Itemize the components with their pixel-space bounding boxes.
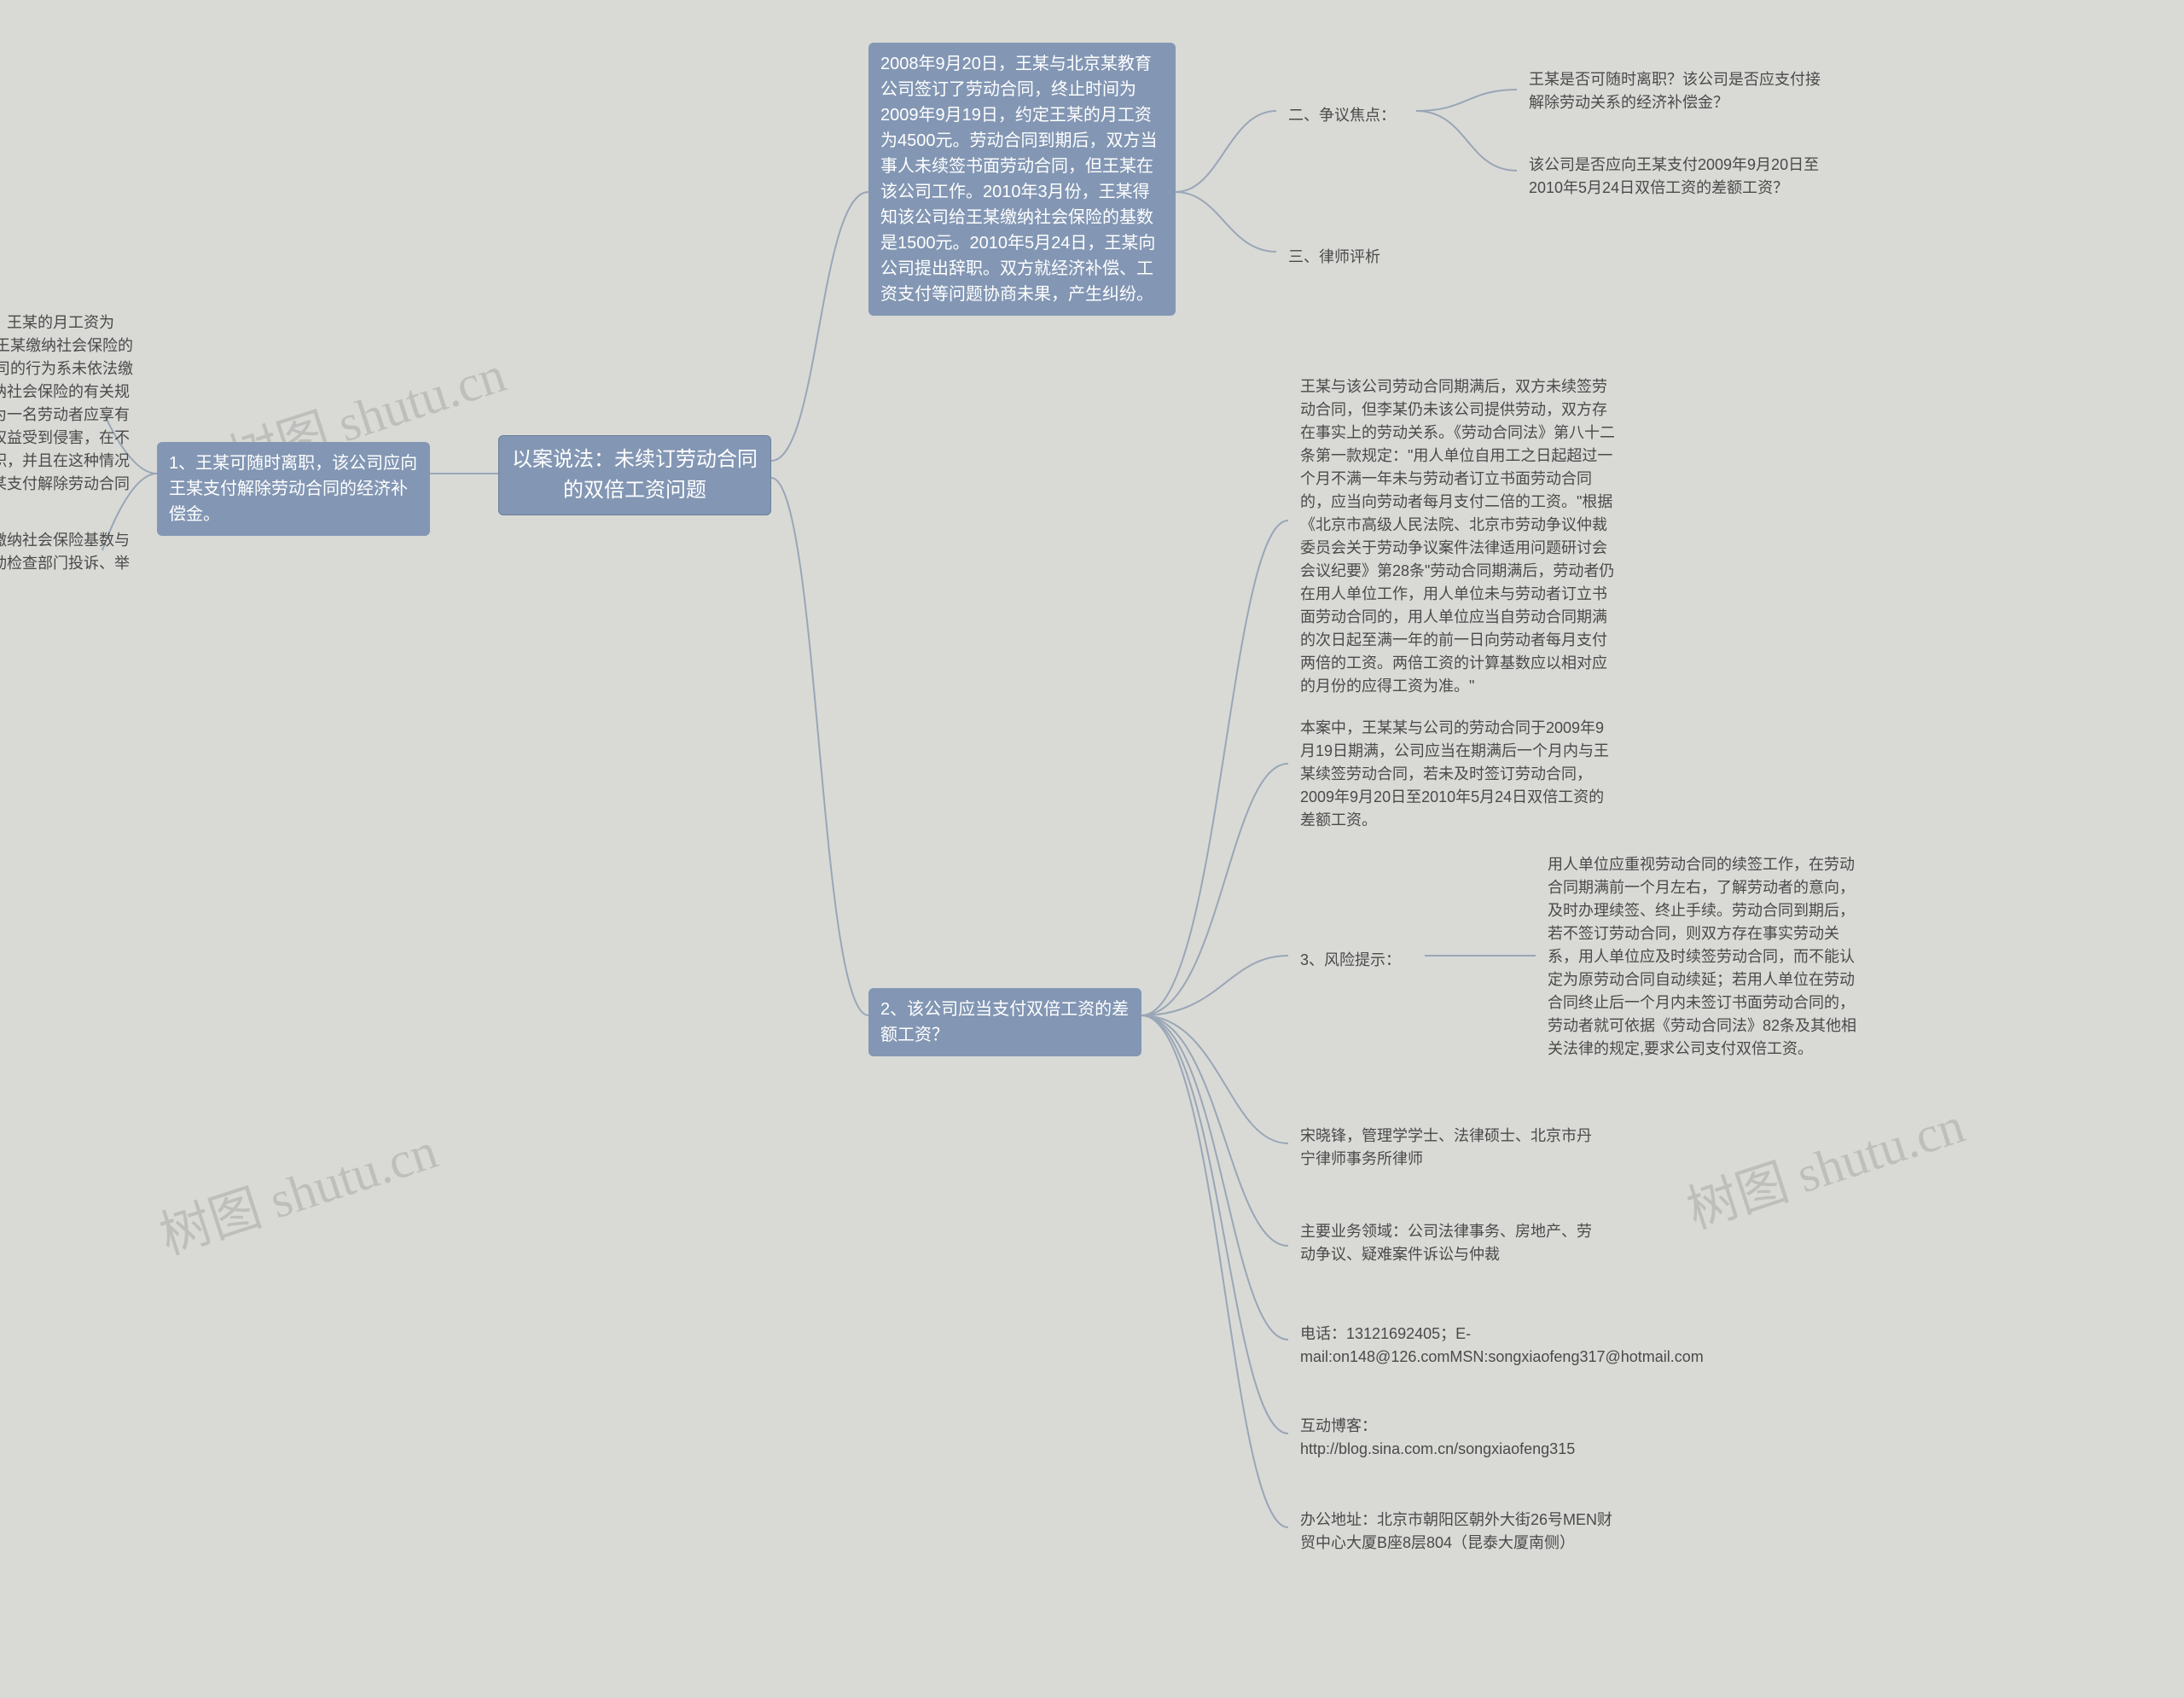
watermark: 树图 shutu.cn bbox=[1676, 1084, 1972, 1243]
dispute-label-text: 二、争议焦点： bbox=[1288, 107, 1396, 124]
watermark: 树图 shutu.cn bbox=[149, 1109, 445, 1269]
dispute-q1-text: 王某是否可随时离职？该公司是否应支付接解除劳动关系的经济补偿金？ bbox=[1529, 71, 1821, 111]
lawyer-bio[interactable]: 宋晓锋，管理学学士、法律硕士、北京市丹宁律师事务所律师 bbox=[1288, 1116, 1604, 1179]
risk-text-node[interactable]: 用人单位应重视劳动合同的续签工作，在劳动合同期满前一个月左右，了解劳动者的意向，… bbox=[1536, 845, 1877, 1069]
left-leaf-1[interactable]: 王某在该公司任职期间，王某的月工资为4500元，而用人单位给王某缴纳社会保险的基… bbox=[0, 303, 150, 527]
left-leaf-2-text: 另外，王某可就该公司缴纳社会保险基数与其收入不符为由，向劳动检查部门投诉、举报，… bbox=[0, 532, 130, 595]
lawyer-contact[interactable]: 电话：13121692405；E-mail:on148@126.comMSN:s… bbox=[1288, 1314, 1629, 1377]
root-title: 以案说法：未续订劳动合同的双倍工资问题 bbox=[512, 448, 758, 502]
risk-label[interactable]: 3、风险提示： bbox=[1288, 940, 1425, 980]
left-sub-text: 1、王某可随时离职，该公司应向王某支付解除劳动合同的经济补偿金。 bbox=[169, 454, 417, 524]
lawyer-analysis-text: 三、律师评析 bbox=[1288, 248, 1380, 265]
lawyer-blog[interactable]: 互动博客：http://blog.sina.com.cn/songxiaofen… bbox=[1288, 1406, 1629, 1469]
dispute-q2-text: 该公司是否应向王某支付2009年9月20日至2010年5月24日双倍工资的差额工… bbox=[1529, 156, 1819, 196]
risk-label-text: 3、风险提示： bbox=[1300, 951, 1401, 968]
lawyer-addr[interactable]: 办公地址：北京市朝阳区朝外大街26号MEN财贸中心大厦B座8层804（昆泰大厦南… bbox=[1288, 1500, 1629, 1563]
dispute-label[interactable]: 二、争议焦点： bbox=[1276, 96, 1413, 136]
risk-text: 用人单位应重视劳动合同的续签工作，在劳动合同期满前一个月左右，了解劳动者的意向，… bbox=[1548, 856, 1856, 1057]
lawyer-addr-text: 办公地址：北京市朝阳区朝外大街26号MEN财贸中心大厦B座8层804（昆泰大厦南… bbox=[1300, 1511, 1612, 1551]
dispute-q1[interactable]: 王某是否可随时离职？该公司是否应支付接解除劳动关系的经济补偿金？ bbox=[1517, 60, 1841, 123]
case-facts-text: 2008年9月20日，王某与北京某教育公司签订了劳动合同，终止时间为2009年9… bbox=[880, 55, 1158, 304]
case-conclude-text: 本案中，王某某与公司的劳动合同于2009年9月19日期满，公司应当在期满后一个月… bbox=[1300, 719, 1609, 829]
lawyer-area-text: 主要业务领域：公司法律事务、房地产、劳动争议、疑难案件诉讼与仲裁 bbox=[1300, 1223, 1592, 1263]
lawyer-contact-text: 电话：13121692405；E-mail:on148@126.comMSN:s… bbox=[1300, 1325, 1704, 1365]
double-wage-node[interactable]: 2、该公司应当支付双倍工资的差额工资？ bbox=[868, 988, 1141, 1056]
double-wage-text: 2、该公司应当支付双倍工资的差额工资？ bbox=[880, 1000, 1129, 1044]
legal-text-node[interactable]: 王某与该公司劳动合同期满后，双方未续签劳动合同，但李某仍未该公司提供劳动，双方存… bbox=[1288, 367, 1629, 707]
lawyer-bio-text: 宋晓锋，管理学学士、法律硕士、北京市丹宁律师事务所律师 bbox=[1300, 1127, 1592, 1167]
lawyer-area[interactable]: 主要业务领域：公司法律事务、房地产、劳动争议、疑难案件诉讼与仲裁 bbox=[1288, 1212, 1604, 1275]
lawyer-blog-text: 互动博客：http://blog.sina.com.cn/songxiaofen… bbox=[1300, 1417, 1575, 1457]
case-conclude-node[interactable]: 本案中，王某某与公司的劳动合同于2009年9月19日期满，公司应当在期满后一个月… bbox=[1288, 708, 1629, 840]
left-leaf-1-text: 王某在该公司任职期间，王某的月工资为4500元，而用人单位给王某缴纳社会保险的基… bbox=[0, 314, 133, 515]
left-sub-node[interactable]: 1、王某可随时离职，该公司应向王某支付解除劳动合同的经济补偿金。 bbox=[157, 442, 430, 536]
lawyer-analysis-label[interactable]: 三、律师评析 bbox=[1276, 237, 1413, 277]
mindmap-canvas[interactable]: 树图 shutu.cn 树图 shutu.cn 树图 shutu.cn bbox=[0, 0, 2184, 1698]
case-facts-node[interactable]: 2008年9月20日，王某与北京某教育公司签订了劳动合同，终止时间为2009年9… bbox=[868, 43, 1176, 316]
left-leaf-2[interactable]: 另外，王某可就该公司缴纳社会保险基数与其收入不符为由，向劳动检查部门投诉、举报，… bbox=[0, 520, 150, 607]
legal-text: 王某与该公司劳动合同期满后，双方未续签劳动合同，但李某仍未该公司提供劳动，双方存… bbox=[1300, 378, 1615, 695]
root-node[interactable]: 以案说法：未续订劳动合同的双倍工资问题 bbox=[498, 435, 771, 515]
dispute-q2[interactable]: 该公司是否应向王某支付2009年9月20日至2010年5月24日双倍工资的差额工… bbox=[1517, 145, 1841, 208]
